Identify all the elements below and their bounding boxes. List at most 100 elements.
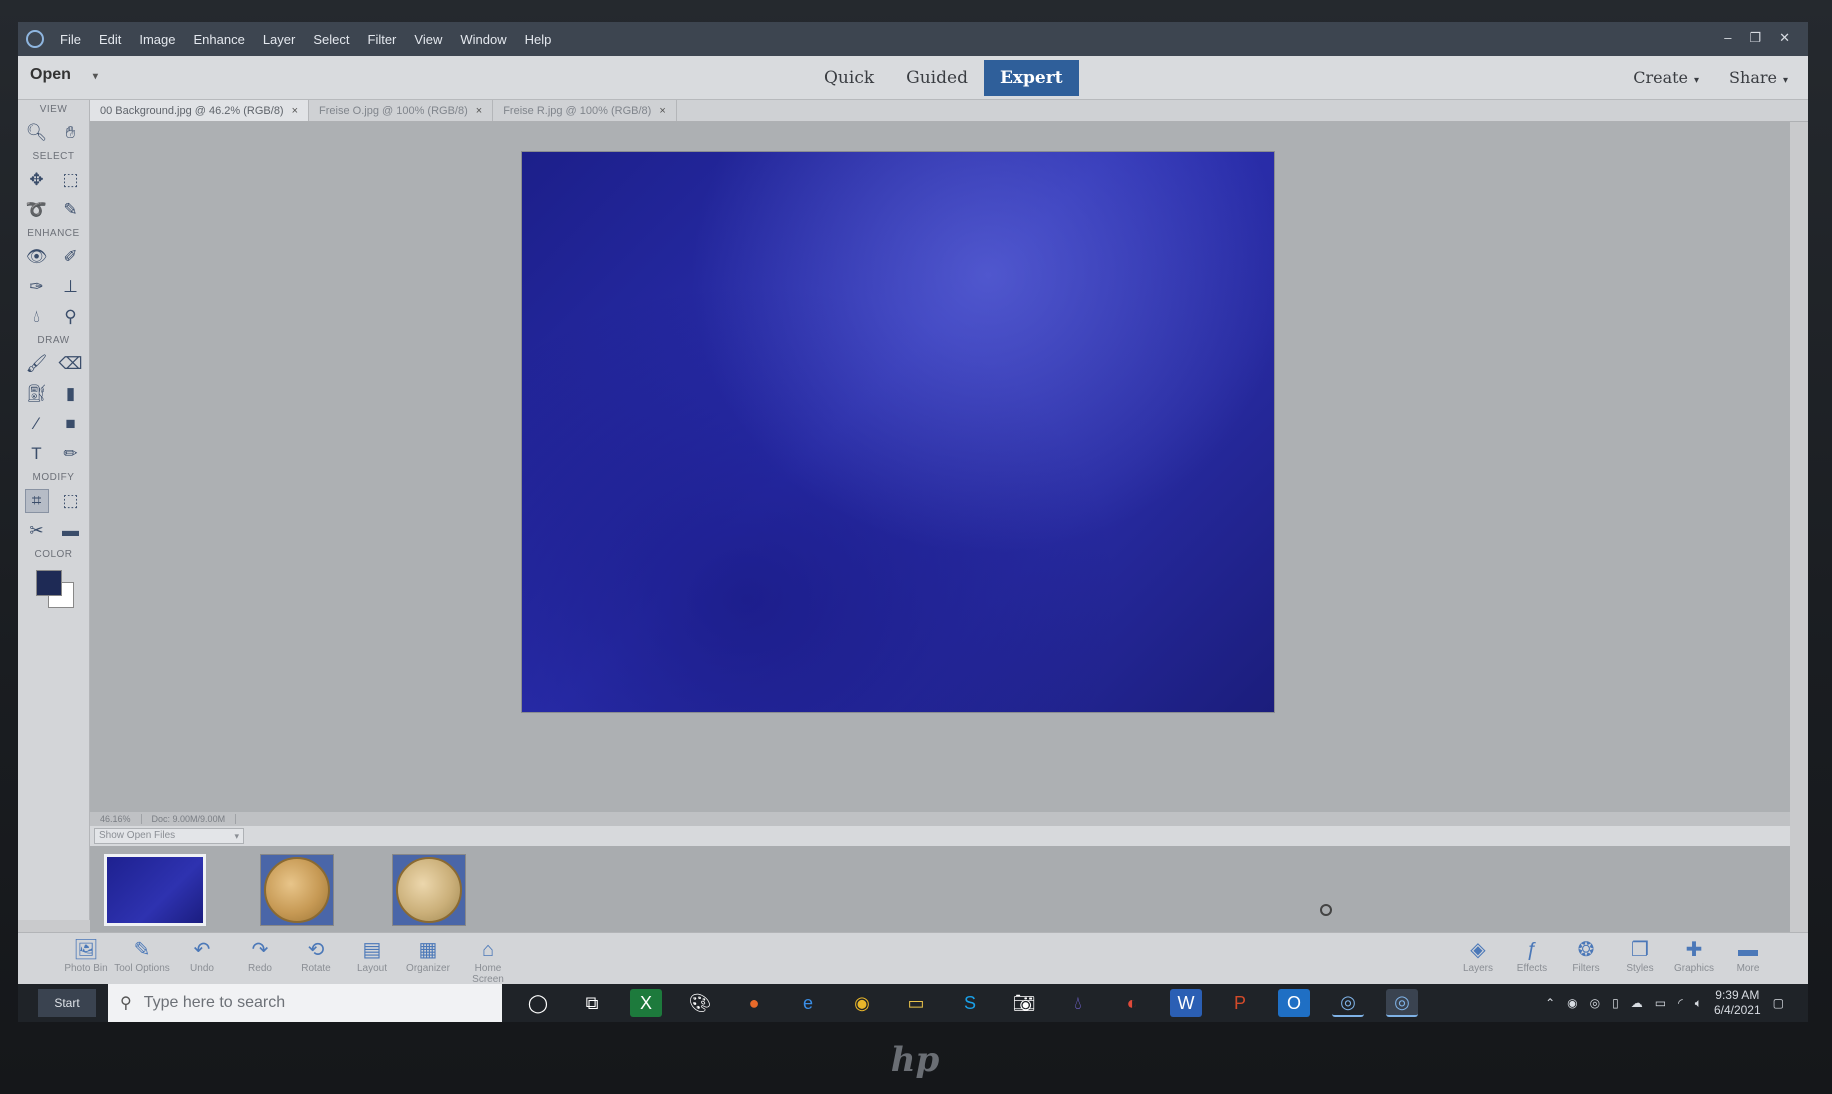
- close-icon[interactable]: ×: [292, 105, 298, 117]
- quick-select-tool-icon[interactable]: ✎: [59, 198, 83, 222]
- eraser-tool-icon[interactable]: ⌫: [58, 352, 82, 376]
- word-icon[interactable]: W: [1170, 989, 1202, 1017]
- close-icon[interactable]: ×: [476, 105, 482, 117]
- paint-bucket-icon[interactable]: ⛽︎: [25, 382, 49, 406]
- open-button[interactable]: Open ▾: [30, 66, 98, 84]
- zoom-level[interactable]: 46.16%: [90, 814, 142, 824]
- canvas-area[interactable]: [90, 122, 1790, 812]
- styles-button[interactable]: ❐ Styles: [1612, 937, 1668, 974]
- edge-icon[interactable]: e: [792, 989, 824, 1017]
- brush-tool-icon[interactable]: 🖌︎: [25, 352, 49, 376]
- home-screen-button[interactable]: ⌂ Home Screen: [460, 937, 516, 985]
- create-button[interactable]: Create ▾: [1633, 68, 1699, 87]
- hand-tool-icon[interactable]: ✋︎: [59, 121, 83, 145]
- share-button[interactable]: Share ▾: [1729, 68, 1788, 87]
- graphics-button[interactable]: ✚ Graphics: [1666, 937, 1722, 974]
- close-icon[interactable]: ×: [659, 105, 665, 117]
- image-canvas[interactable]: [522, 152, 1274, 712]
- chevron-up-icon[interactable]: ⌃: [1545, 996, 1555, 1010]
- doc-tab-freise-r[interactable]: Freise R.jpg @ 100% (RGB/8) ×: [493, 100, 677, 121]
- menu-view[interactable]: View: [414, 32, 442, 47]
- menu-file[interactable]: File: [60, 32, 81, 47]
- menu-layer[interactable]: Layer: [263, 32, 296, 47]
- doc-tab-freise-o[interactable]: Freise O.jpg @ 100% (RGB/8) ×: [309, 100, 494, 121]
- tab-expert[interactable]: Expert: [983, 60, 1079, 96]
- straighten-tool-icon[interactable]: ▬: [59, 519, 83, 543]
- usb-icon[interactable]: ▯: [1612, 996, 1619, 1010]
- close-button[interactable]: ✕: [1779, 30, 1790, 46]
- menu-help[interactable]: Help: [525, 32, 552, 47]
- wifi-icon[interactable]: ◜: [1678, 996, 1683, 1010]
- tray-app-icon[interactable]: ◎: [1590, 996, 1600, 1010]
- color-swatches[interactable]: [32, 566, 76, 610]
- skype-icon[interactable]: S: [954, 989, 986, 1017]
- restore-button[interactable]: ❐: [1749, 30, 1761, 46]
- drop-icon[interactable]: 💧︎: [1062, 989, 1094, 1017]
- menu-image[interactable]: Image: [139, 32, 175, 47]
- zoom-tool-icon[interactable]: 🔍︎: [25, 121, 49, 145]
- start-button[interactable]: Start: [38, 989, 96, 1017]
- pencil-tool-icon[interactable]: ✏︎: [59, 442, 83, 466]
- foreground-color-swatch[interactable]: [35, 570, 62, 596]
- crop-tool-icon[interactable]: ⌗: [24, 489, 49, 513]
- gradient-tool-icon[interactable]: ▮: [59, 382, 83, 406]
- thumbnail-freise-r[interactable]: [392, 854, 466, 926]
- thumbnail-background[interactable]: [104, 854, 206, 926]
- chrome-icon[interactable]: ◉: [846, 989, 878, 1017]
- notification-icon[interactable]: ▢: [1773, 996, 1784, 1010]
- battery-icon[interactable]: ▭: [1655, 996, 1666, 1010]
- healing-brush-icon[interactable]: ✐: [59, 245, 83, 269]
- app-icon-red[interactable]: ◐: [1116, 989, 1148, 1017]
- menu-filter[interactable]: Filter: [368, 32, 397, 47]
- layers-button[interactable]: ◈ Layers: [1450, 937, 1506, 974]
- powerpoint-icon[interactable]: P: [1224, 989, 1256, 1017]
- tab-guided[interactable]: Guided: [890, 60, 984, 96]
- file-explorer-icon[interactable]: ▭: [900, 989, 932, 1017]
- clock[interactable]: 9:39 AM 6/4/2021: [1714, 988, 1761, 1018]
- type-tool-icon[interactable]: T: [25, 442, 49, 466]
- eyedropper-icon[interactable]: ⁄: [25, 412, 49, 436]
- doc-tab-background[interactable]: 00 Background.jpg @ 46.2% (RGB/8) ×: [90, 100, 310, 121]
- excel-icon[interactable]: X: [630, 989, 662, 1017]
- photo-bin-dropdown[interactable]: Show Open Files ▾: [94, 828, 244, 844]
- menu-select[interactable]: Select: [313, 32, 349, 47]
- smart-brush-icon[interactable]: ✑: [25, 275, 49, 299]
- filters-button[interactable]: ❂ Filters: [1558, 937, 1614, 974]
- redo-button[interactable]: ↷ Redo: [232, 937, 288, 974]
- tab-quick[interactable]: Quick: [808, 60, 890, 96]
- shape-tool-icon[interactable]: ■: [59, 412, 83, 436]
- marquee-tool-icon[interactable]: ⬚: [59, 168, 83, 192]
- rotate-button[interactable]: ⟲ Rotate: [288, 937, 344, 974]
- volume-icon[interactable]: 🔈︎: [1695, 996, 1702, 1011]
- effects-button[interactable]: ƒ Effects: [1504, 937, 1560, 974]
- more-button[interactable]: ▬ More: [1720, 937, 1776, 974]
- layout-button[interactable]: ▤ Layout: [344, 937, 400, 974]
- outlook-icon[interactable]: O: [1278, 989, 1310, 1017]
- minimize-button[interactable]: –: [1724, 30, 1731, 46]
- red-eye-tool-icon[interactable]: 👁︎: [25, 245, 49, 269]
- move-tool-icon[interactable]: ✥: [25, 168, 49, 192]
- blur-tool-icon[interactable]: 💧︎: [25, 305, 49, 329]
- undo-button[interactable]: ↶ Undo: [174, 937, 230, 974]
- organizer-button[interactable]: ▦ Organizer: [400, 937, 456, 974]
- photoshop-elements-icon[interactable]: ◎: [1386, 989, 1418, 1017]
- cortana-icon[interactable]: ◯: [522, 989, 554, 1017]
- lasso-tool-icon[interactable]: ➰: [25, 198, 49, 222]
- firefox-icon[interactable]: ●: [738, 989, 770, 1017]
- onedrive-icon[interactable]: ☁: [1631, 996, 1643, 1010]
- tray-app-icon[interactable]: ◉: [1567, 996, 1577, 1010]
- taskbar-search[interactable]: ⚲ Type here to search: [108, 984, 502, 1022]
- task-view-icon[interactable]: ⧉: [576, 989, 608, 1017]
- content-aware-move-icon[interactable]: ✂︎: [25, 519, 49, 543]
- recompose-tool-icon[interactable]: ⬚: [59, 489, 83, 513]
- menu-edit[interactable]: Edit: [99, 32, 121, 47]
- tool-options-button[interactable]: ✎ Tool Options: [114, 937, 170, 974]
- paint-icon[interactable]: 🎨︎: [684, 989, 716, 1017]
- menu-enhance[interactable]: Enhance: [194, 32, 245, 47]
- thumbnail-freise-o[interactable]: [260, 854, 334, 926]
- sponge-tool-icon[interactable]: ⚲: [59, 305, 83, 329]
- camera-icon[interactable]: 📷︎: [1008, 989, 1040, 1017]
- menu-window[interactable]: Window: [460, 32, 506, 47]
- elements-organizer-icon[interactable]: ◎: [1332, 989, 1364, 1017]
- photo-bin-button[interactable]: 🖼︎ Photo Bin: [58, 937, 114, 974]
